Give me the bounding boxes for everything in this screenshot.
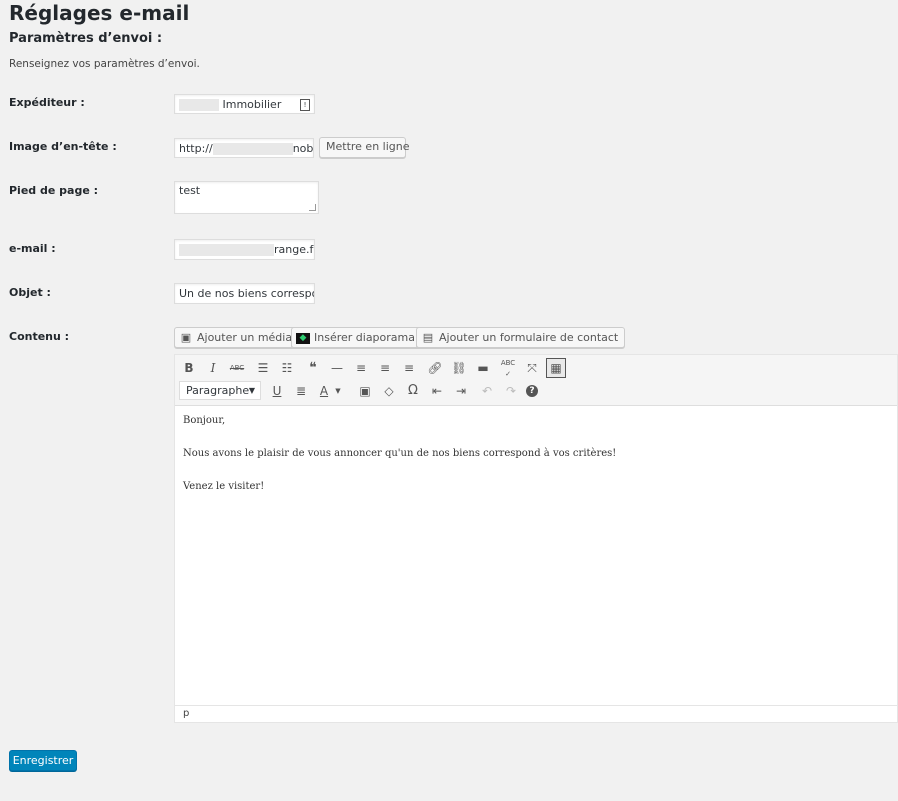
horizontal-line-icon[interactable]: —: [327, 358, 347, 378]
redacted-text: [179, 99, 219, 111]
sender-value: Immobilier: [222, 98, 282, 111]
numbered-list-icon[interactable]: ☷: [277, 358, 297, 378]
text-color-icon[interactable]: A: [316, 381, 332, 401]
link-icon[interactable]: 🔗︎: [425, 358, 445, 378]
editor-toolbar: B I ABC ☰ ☷ ❝ — ≡ ≡ ≡ 🔗︎ ⛓︎ ▬ ABC ✓ ⤧ ▦ P…: [175, 355, 897, 406]
footer-label: Pied de page :: [9, 184, 99, 197]
email-value-end: range.fr: [274, 243, 315, 256]
clear-formatting-icon[interactable]: ◇: [379, 381, 399, 401]
editor-content[interactable]: Bonjour, Nous avons le plaisir de vous a…: [183, 413, 616, 512]
subject-label: Objet :: [9, 286, 51, 299]
bold-icon[interactable]: B: [179, 358, 199, 378]
subject-input[interactable]: Un de nos biens correspon: [174, 283, 315, 304]
redacted-text: [179, 244, 274, 256]
align-left-icon[interactable]: ≡: [351, 358, 371, 378]
bullet-list-icon[interactable]: ☰: [253, 358, 273, 378]
undo-icon[interactable]: ↶: [477, 381, 497, 401]
header-image-value-end: nob: [292, 142, 314, 155]
add-media-label: Ajouter un média: [197, 331, 293, 344]
form-icon: ▤: [422, 331, 434, 344]
redacted-text: [212, 143, 293, 155]
toolbar-toggle-icon[interactable]: ▦: [546, 358, 566, 378]
sender-label: Expéditeur :: [9, 96, 85, 109]
add-contact-form-label: Ajouter un formulaire de contact: [439, 331, 619, 344]
content-editor: B I ABC ☰ ☷ ❝ — ≡ ≡ ≡ 🔗︎ ⛓︎ ▬ ABC ✓ ⤧ ▦ P…: [174, 354, 898, 723]
outdent-icon[interactable]: ⇤: [427, 381, 447, 401]
section-title: Paramètres d’envoi :: [9, 31, 163, 46]
sender-select[interactable]: Immobilier !: [174, 94, 315, 114]
editor-status-path[interactable]: p: [175, 705, 897, 722]
unlink-icon[interactable]: ⛓︎: [449, 358, 469, 378]
page-title: Réglages e-mail: [9, 1, 190, 25]
add-media-button[interactable]: ▣ Ajouter un média: [174, 327, 300, 348]
insert-slideshow-label: Insérer diaporama: [314, 331, 415, 344]
text-color-dropdown-icon[interactable]: ▼: [333, 381, 343, 401]
insert-slideshow-button[interactable]: ◆ Insérer diaporama: [291, 327, 422, 348]
chevron-down-icon: ▼: [248, 386, 255, 395]
help-icon[interactable]: ?: [526, 385, 538, 397]
save-button[interactable]: Enregistrer: [9, 750, 77, 771]
indent-icon[interactable]: ⇥: [451, 381, 471, 401]
resize-handle-icon: [309, 204, 316, 211]
section-description: Renseignez vos paramètres d’envoi.: [9, 58, 200, 70]
read-more-icon[interactable]: ▬: [473, 358, 493, 378]
justify-icon[interactable]: ≣: [291, 381, 311, 401]
redo-icon[interactable]: ↷: [501, 381, 521, 401]
spellcheck-icon[interactable]: ABC ✓: [498, 358, 518, 378]
content-paragraph: Venez le visiter!: [183, 481, 265, 492]
content-label: Contenu :: [9, 330, 70, 343]
upload-button[interactable]: Mettre en ligne: [319, 137, 410, 158]
email-label: e-mail :: [9, 242, 56, 255]
blockquote-icon[interactable]: ❝: [303, 358, 323, 378]
footer-value: test: [179, 184, 201, 197]
italic-icon[interactable]: I: [203, 358, 223, 378]
header-image-input[interactable]: http:// nob: [174, 138, 314, 158]
strikethrough-icon[interactable]: ABC: [227, 358, 247, 378]
content-paragraph: Nous avons le plaisir de vous annoncer q…: [183, 448, 617, 459]
align-center-icon[interactable]: ≡: [375, 358, 395, 378]
email-input[interactable]: range.fr: [174, 239, 315, 260]
header-image-value-start: http://: [179, 142, 213, 155]
format-select-value: Paragraphe: [186, 384, 250, 397]
paste-text-icon[interactable]: ▣: [355, 381, 375, 401]
header-image-label: Image d’en-tête :: [9, 140, 117, 153]
spellcheck-label: ABC: [500, 359, 516, 367]
content-paragraph: Bonjour,: [183, 415, 226, 426]
slideshow-icon: ◆: [296, 332, 310, 344]
contact-card-icon: !: [300, 99, 310, 111]
fullscreen-icon[interactable]: ⤧: [522, 358, 542, 378]
add-contact-form-button[interactable]: ▤ Ajouter un formulaire de contact: [416, 327, 626, 348]
align-right-icon[interactable]: ≡: [399, 358, 419, 378]
underline-icon[interactable]: U: [267, 381, 287, 401]
special-character-icon[interactable]: Ω: [403, 381, 423, 401]
footer-textarea[interactable]: test: [174, 181, 319, 214]
format-select[interactable]: Paragraphe ▼: [179, 381, 261, 400]
media-icon: ▣: [180, 331, 192, 344]
